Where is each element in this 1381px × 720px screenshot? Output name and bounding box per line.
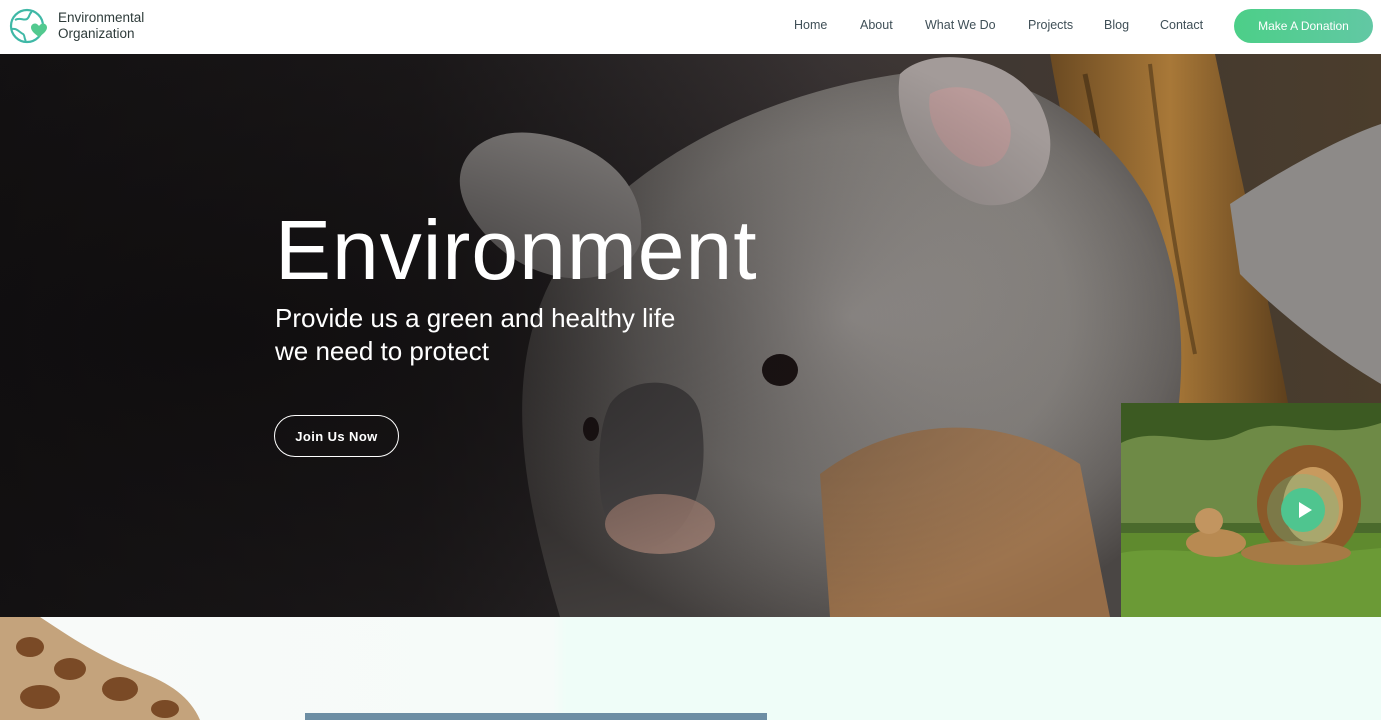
hero-subtitle-line-1: Provide us a green and healthy life <box>275 303 676 333</box>
play-triangle <box>1299 502 1312 518</box>
nav-projects[interactable]: Projects <box>1028 18 1073 32</box>
content-card-top-bar <box>305 713 767 720</box>
play-icon[interactable] <box>1281 488 1325 532</box>
nav-home[interactable]: Home <box>794 18 827 32</box>
hero-title: Environment <box>275 203 758 297</box>
nav-about[interactable]: About <box>860 18 893 32</box>
hero-subtitle: Provide us a green and healthy life we n… <box>275 302 745 368</box>
nav-contact[interactable]: Contact <box>1160 18 1203 32</box>
lion-video-thumbnail[interactable] <box>1121 403 1381 617</box>
nav-what-we-do[interactable]: What We Do <box>925 18 996 32</box>
make-donation-button[interactable]: Make A Donation <box>1234 9 1373 43</box>
hero-section: Environment Provide us a green and healt… <box>0 54 1381 617</box>
lion-video-image <box>1121 403 1381 617</box>
main-nav: Home About What We Do Projects Blog Cont… <box>0 18 1381 36</box>
site-header: Environmental Organization Home About Wh… <box>0 0 1381 54</box>
giraffe-image <box>0 617 200 720</box>
next-section-preview <box>0 617 1381 720</box>
hero-subtitle-line-2: we need to protect <box>275 336 489 366</box>
nav-blog[interactable]: Blog <box>1104 18 1129 32</box>
join-us-now-button[interactable]: Join Us Now <box>274 415 399 457</box>
